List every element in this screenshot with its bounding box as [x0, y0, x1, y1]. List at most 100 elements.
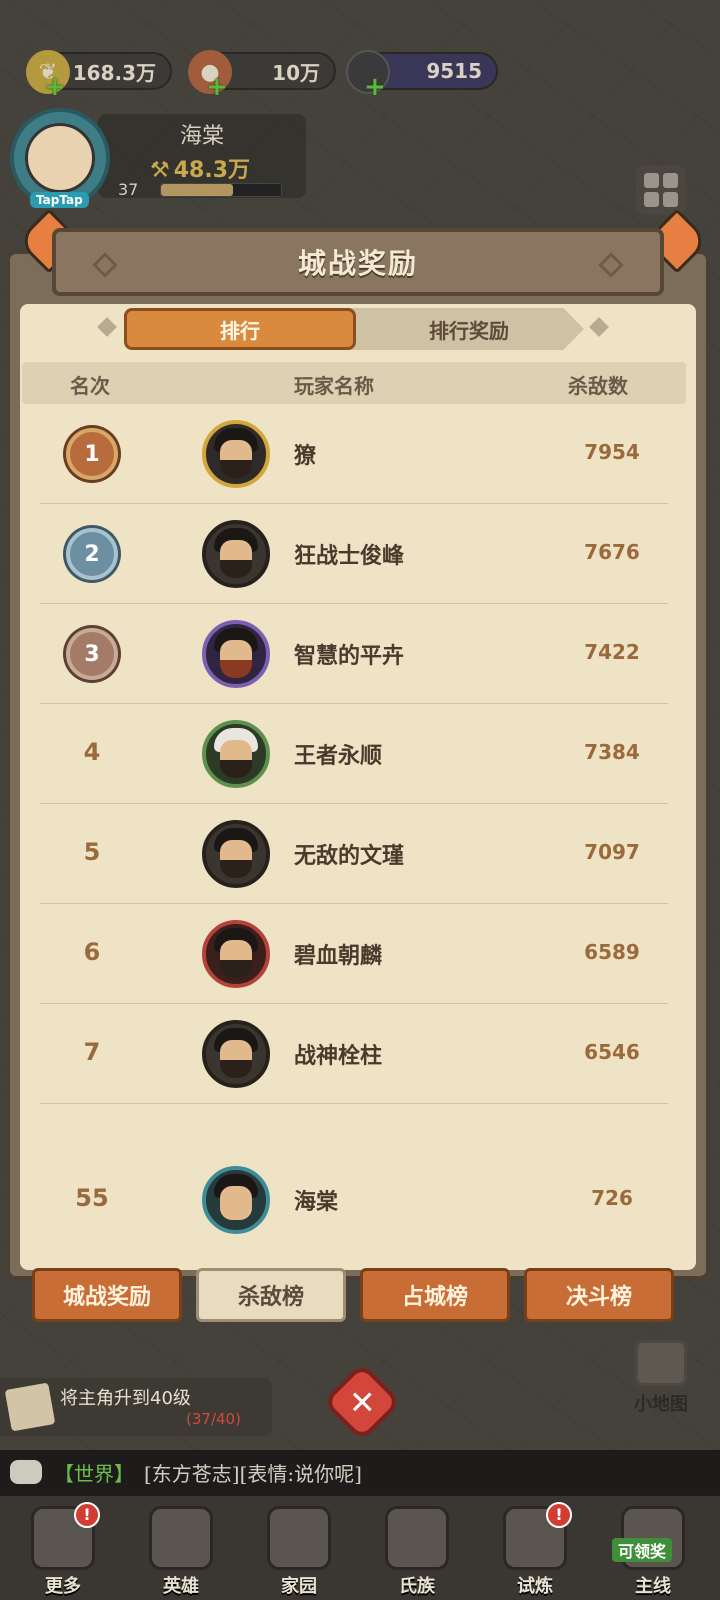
tab-city-occupy-board[interactable]: 占城榜	[360, 1268, 510, 1322]
col-player-header: 玩家名称	[294, 374, 374, 398]
title-ornament-left-icon	[92, 252, 118, 278]
player-avatar[interactable]	[202, 620, 270, 688]
player-avatar[interactable]	[202, 720, 270, 788]
table-row[interactable]: 7 战神栓柱 6546	[22, 1004, 686, 1104]
nav-label: 氏族	[399, 1576, 435, 1597]
table-row[interactable]: 2 狂战士俊峰 7676	[22, 504, 686, 604]
table-row[interactable]: 3 智慧的平卉 7422	[22, 604, 686, 704]
add-gem-icon[interactable]: +	[364, 72, 386, 102]
title-ornament-right-icon	[598, 252, 624, 278]
rank-number: 4	[83, 738, 101, 766]
self-rank-row: 55 海棠 726	[22, 1150, 686, 1250]
ranking-list[interactable]: 1 獠 7954 2 狂战士俊峰 7676 3 智慧的平卉 7422 4 王者永顺 7384 5 无敌的文…	[22, 404, 686, 1138]
gem-resource[interactable]: 9515 +	[346, 50, 498, 102]
player-name: 獠	[294, 444, 317, 469]
tab-duel-board[interactable]: 决斗榜	[524, 1268, 674, 1322]
kill-count: 7384	[584, 740, 640, 764]
col-rank-header: 名次	[70, 374, 110, 398]
player-avatar[interactable]	[202, 420, 270, 488]
task-tracker[interactable]: 将主角升到40级 (37/40)	[0, 1378, 272, 1436]
rank-medal-icon: 1	[66, 428, 118, 480]
self-rank: 55	[75, 1184, 109, 1212]
tab-city-war-reward[interactable]: 城战奖励	[32, 1268, 182, 1322]
kill-count: 7097	[584, 840, 640, 864]
self-kills: 726	[591, 1186, 633, 1210]
player-avatar-tag: TapTap	[30, 192, 89, 208]
table-row[interactable]: 5 无敌的文瑾 7097	[22, 804, 686, 904]
gold-resource[interactable]: ❦ 168.3万 +	[26, 50, 172, 102]
player-name: 王者永顺	[294, 744, 383, 769]
kill-count: 6546	[584, 1040, 640, 1064]
nav-clan[interactable]: 氏族	[362, 1502, 472, 1598]
nav-label: 试炼	[517, 1576, 553, 1597]
chat-bar[interactable]: 【世界】 [东方苍志][表情:说你呢]	[0, 1450, 720, 1494]
col-kills-header: 杀敌数	[568, 374, 628, 398]
player-exp-bar	[160, 183, 282, 197]
player-avatar[interactable]	[202, 520, 270, 588]
nav-heroes[interactable]: 英雄	[126, 1502, 236, 1598]
chat-message: [东方苍志][表情:说你呢]	[144, 1462, 362, 1486]
nav-clan-icon	[385, 1506, 449, 1570]
player-avatar[interactable]: TapTap	[10, 108, 110, 208]
self-name: 海棠	[294, 1190, 339, 1215]
table-row[interactable]: 1 獠 7954	[22, 404, 686, 504]
minimap-label: 小地图	[634, 1394, 688, 1415]
rank-medal-icon: 2	[66, 528, 118, 580]
player-name: 狂战士俊峰	[294, 544, 405, 569]
nav-home[interactable]: 家园	[244, 1502, 354, 1598]
kill-count: 7954	[584, 440, 640, 464]
player-avatar[interactable]	[202, 920, 270, 988]
task-text: 将主角升到40级	[60, 1388, 191, 1409]
nav-home-icon	[267, 1506, 331, 1570]
gem-value: 9515	[426, 59, 482, 83]
minimap-button[interactable]: 小地图	[626, 1340, 696, 1430]
nav-trial[interactable]: ! 试炼	[480, 1502, 590, 1598]
alert-badge: !	[74, 1502, 100, 1528]
kill-count: 7422	[584, 640, 640, 664]
player-name: 海棠	[179, 124, 224, 149]
nav-label: 英雄	[163, 1576, 199, 1597]
nav-more[interactable]: ! 更多	[8, 1502, 118, 1598]
table-row[interactable]: 4 王者永顺 7384	[22, 704, 686, 804]
meat-resource[interactable]: ● 10万 +	[188, 50, 336, 102]
panel-title-bar: 城战奖励	[52, 228, 664, 296]
player-name: 无敌的文瑾	[294, 844, 405, 869]
rank-medal-icon: 3	[66, 628, 118, 680]
table-header: 名次 玩家名称 杀敌数	[22, 362, 686, 404]
menu-grid-button[interactable]	[636, 165, 686, 215]
nav-main-quest[interactable]: 可领奖 主线	[598, 1502, 708, 1598]
rank-number: 7	[83, 1038, 101, 1066]
claim-reward-badge: 可领奖	[612, 1538, 673, 1562]
alert-badge: !	[546, 1502, 572, 1528]
tab-kill-board[interactable]: 杀敌榜	[196, 1268, 346, 1322]
player-name: 碧血朝麟	[294, 944, 383, 969]
gold-value: 168.3万	[72, 60, 156, 85]
add-meat-icon[interactable]: +	[206, 72, 228, 102]
panel-tabs: 排行奖励 排行	[124, 308, 584, 350]
nav-heroes-icon	[149, 1506, 213, 1570]
rank-number: 5	[83, 838, 101, 866]
bottom-nav: ! 更多 英雄 家园 氏族! 试炼 可领奖 主线	[0, 1494, 720, 1600]
player-name: 智慧的平卉	[294, 644, 405, 669]
chat-channel: 【世界】	[54, 1462, 134, 1486]
exp-bar-fill	[161, 184, 233, 196]
rank-number: 6	[83, 938, 101, 966]
self-avatar[interactable]	[202, 1166, 270, 1234]
kill-count: 7676	[584, 540, 640, 564]
tab-rank-reward[interactable]: 排行奖励	[324, 308, 584, 350]
nav-label: 更多	[45, 1576, 81, 1597]
add-gold-icon[interactable]: +	[44, 72, 66, 102]
kill-count: 6589	[584, 940, 640, 964]
meat-value: 10万	[272, 60, 320, 85]
panel-title: 城战奖励	[297, 247, 418, 280]
tab-rank[interactable]: 排行	[124, 308, 356, 350]
player-level: 37	[118, 180, 139, 199]
table-row[interactable]: 6 碧血朝麟 6589	[22, 904, 686, 1004]
player-name: 战神栓柱	[294, 1044, 383, 1069]
player-power: 48.3万	[150, 152, 250, 184]
chat-bubble-icon	[10, 1460, 42, 1484]
player-avatar[interactable]	[202, 820, 270, 888]
player-avatar[interactable]	[202, 1020, 270, 1088]
player-face	[25, 123, 95, 193]
row-divider	[40, 1103, 668, 1104]
